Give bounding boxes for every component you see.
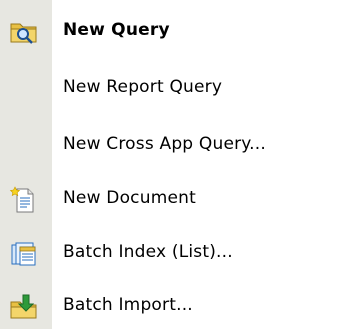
menu-item-label: Batch Index (List)... [63, 242, 233, 262]
menu-item-label: New Report Query [63, 77, 223, 97]
folder-search-icon [8, 18, 40, 46]
menu-item-label: New Cross App Query... [63, 134, 266, 154]
menu-item-new-cross-app-query[interactable]: New Cross App Query... [0, 125, 347, 165]
menu-item-batch-index[interactable]: Batch Index (List)... [0, 233, 347, 273]
menu-item-new-report-query[interactable]: New Report Query [0, 68, 347, 108]
menu-item-label: New Document [63, 188, 196, 208]
batch-index-icon [8, 240, 40, 268]
menu-item-label: Batch Import... [63, 295, 193, 315]
new-document-icon [8, 186, 40, 214]
batch-import-icon [8, 293, 40, 321]
context-menu: New Query New Report Query New Cross App… [0, 0, 347, 329]
menu-item-label: New Query [63, 20, 170, 40]
menu-item-new-document[interactable]: New Document [0, 179, 347, 219]
menu-item-new-query[interactable]: New Query [0, 11, 347, 51]
menu-item-batch-import[interactable]: Batch Import... [0, 286, 347, 326]
